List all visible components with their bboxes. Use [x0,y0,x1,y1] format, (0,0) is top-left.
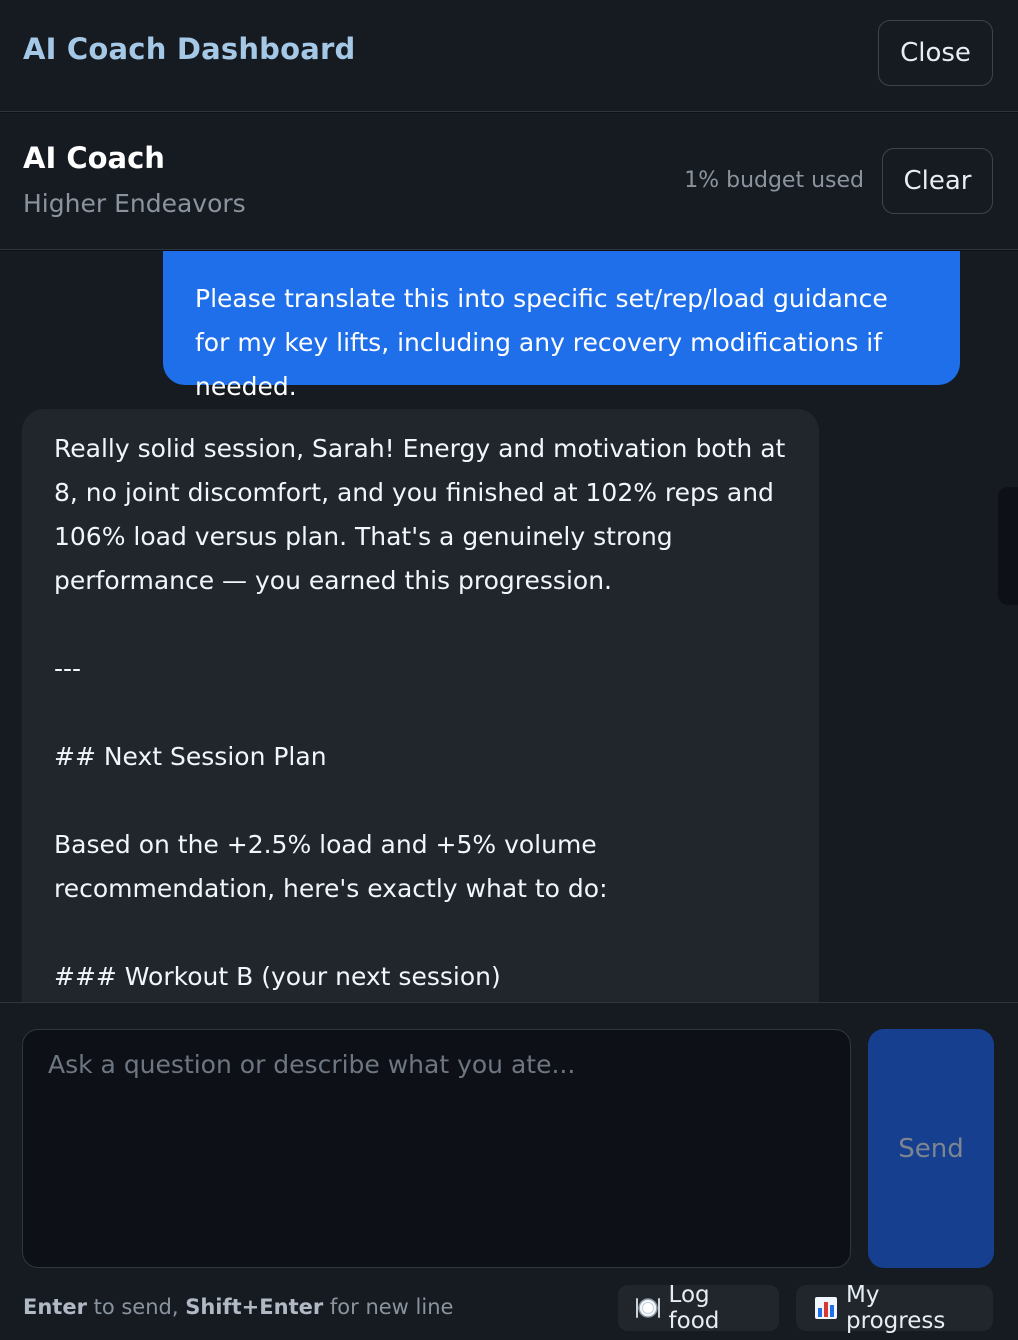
keyboard-hint: Enter to send, Shift+Enter for new line [23,1295,453,1319]
assistant-message: Really solid session, Sarah! Energy and … [22,409,819,1002]
assistant-paragraph: Based on the +2.5% load and +5% volume r… [54,830,608,903]
coach-subtitle: Higher Endeavors [23,189,246,218]
plate-icon [634,1293,663,1323]
hint-text: for new line [323,1295,454,1319]
message-input[interactable] [22,1029,851,1268]
chat-area[interactable]: Please translate this into specific set/… [0,251,1018,1002]
assistant-heading: ## Next Session Plan [54,742,327,771]
bar-chart-icon [812,1293,840,1323]
hint-shift-enter-key: Shift+Enter [185,1295,324,1319]
clear-button[interactable]: Clear [882,148,993,214]
coach-name: AI Coach [23,141,165,175]
send-button[interactable]: Send [868,1029,994,1268]
log-food-label: Log food [668,1282,720,1334]
assistant-divider: --- [54,654,82,683]
hint-text: to send, [86,1295,186,1319]
log-food-button[interactable]: Log food [618,1282,779,1334]
hint-enter-key: Enter [23,1295,87,1319]
top-bar: AI Coach Dashboard Close [0,0,1018,112]
assistant-subheading: ### Workout B (your next session) [54,962,501,991]
user-message: Please translate this into specific set/… [163,251,960,401]
my-progress-button[interactable]: My progress [796,1282,993,1334]
assistant-paragraph: Really solid session, Sarah! Energy and … [54,434,786,595]
close-button[interactable]: Close [878,20,993,86]
budget-indicator: 1% budget used [684,168,864,193]
coach-header: AI Coach Higher Endeavors 1% budget used… [0,113,1018,250]
scrollbar-thumb[interactable] [998,487,1018,605]
dashboard-title: AI Coach Dashboard [23,32,356,66]
my-progress-label: My progress [846,1282,946,1334]
composer: Send Enter to send, Shift+Enter for new … [0,1002,1018,1340]
